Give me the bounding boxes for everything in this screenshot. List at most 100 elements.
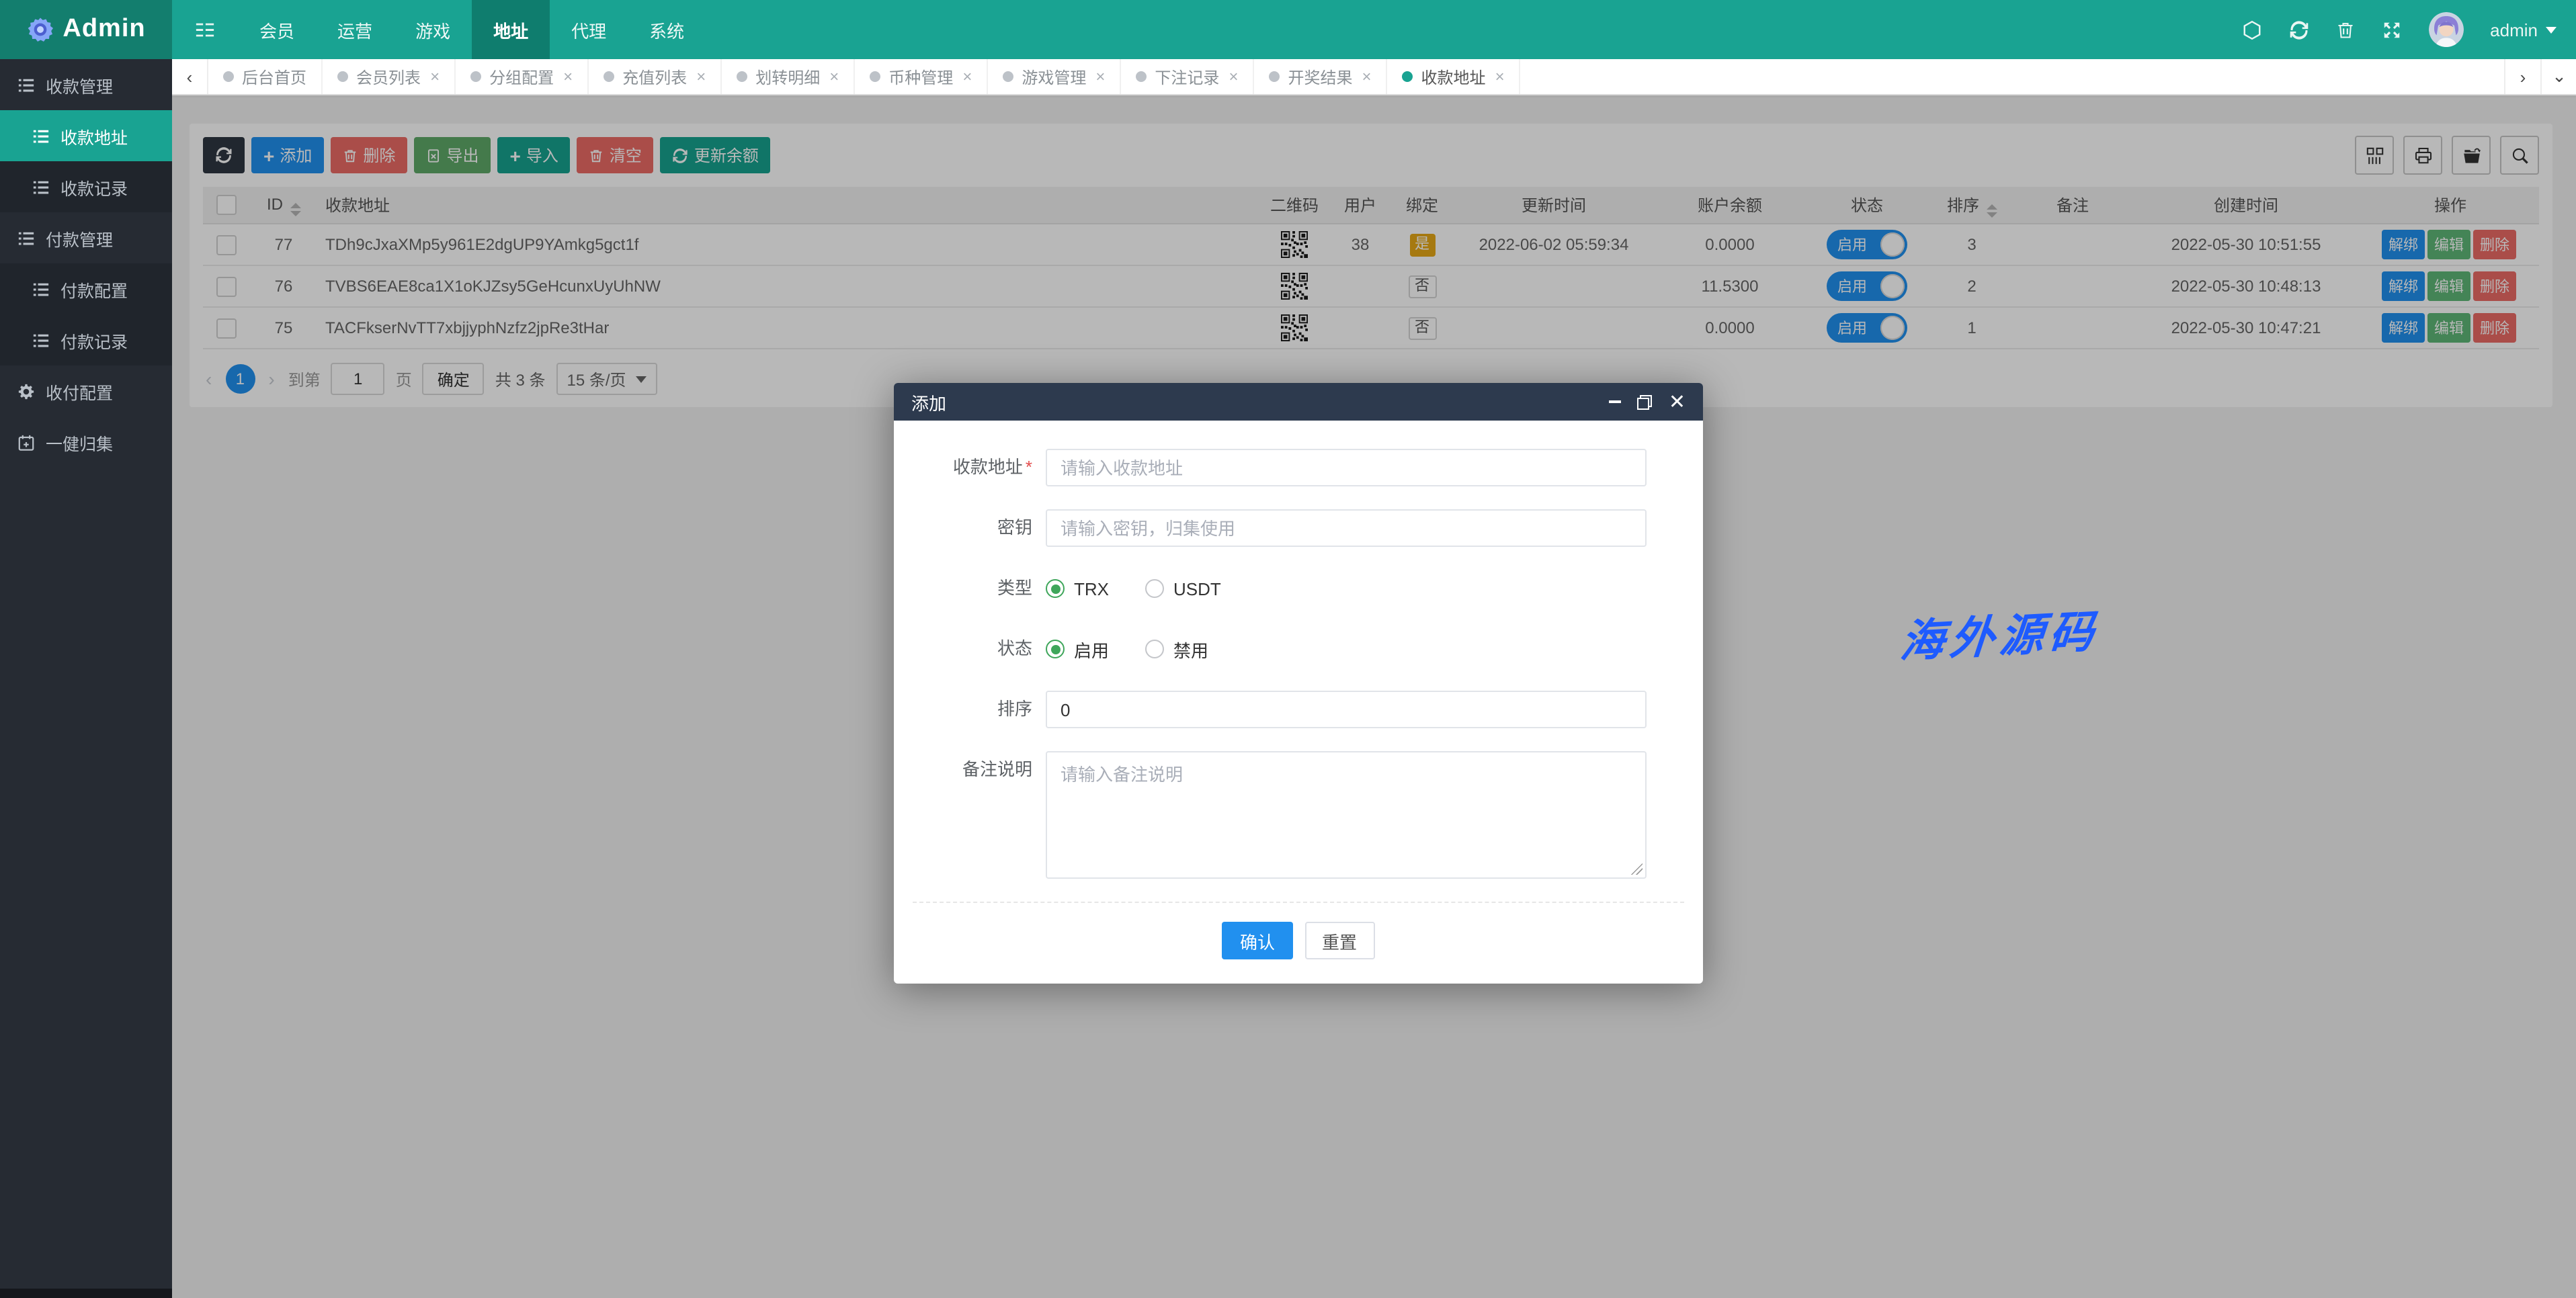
tab-dashboard[interactable]: 后台首页: [208, 59, 323, 94]
tab-dot-icon: [470, 71, 481, 82]
status-radio-group: 启用 禁用: [1046, 630, 1208, 668]
dialog-footer: 确认 重置: [894, 903, 1703, 959]
tab-currency-mgmt[interactable]: 币种管理×: [855, 59, 988, 94]
tabs-scroll-right-button[interactable]: ›: [2504, 59, 2540, 94]
menu-item-system[interactable]: 系统: [628, 0, 706, 59]
hexagon-icon[interactable]: [2241, 19, 2261, 40]
menu-item-member[interactable]: 会员: [238, 0, 316, 59]
radio-unselected-icon: [1145, 640, 1164, 658]
radio-selected-icon: [1046, 579, 1065, 598]
address-input[interactable]: [1046, 449, 1647, 486]
watermark-text: 海外源码: [1898, 595, 2102, 670]
radio-selected-icon: [1046, 640, 1065, 658]
sidebar-item-label: 收款地址: [60, 123, 128, 148]
navbar-actions: admin: [2241, 0, 2576, 59]
reset-button[interactable]: 重置: [1304, 922, 1374, 959]
tab-group-config[interactable]: 分组配置 ×: [456, 59, 589, 94]
radio-trx[interactable]: TRX: [1046, 578, 1109, 599]
menu-item-operation[interactable]: 运营: [316, 0, 394, 59]
radio-usdt[interactable]: USDT: [1145, 578, 1221, 599]
close-icon[interactable]: ×: [696, 67, 706, 86]
tab-label: 分组配置: [489, 65, 554, 88]
field-label-secret: 密钥: [894, 509, 1046, 547]
gear-icon: [17, 382, 35, 400]
menu-item-game[interactable]: 游戏: [394, 0, 472, 59]
tab-label: 下注记录: [1155, 65, 1219, 88]
secret-key-input[interactable]: [1046, 509, 1647, 547]
close-icon[interactable]: ×: [1362, 67, 1372, 86]
remark-textarea[interactable]: [1046, 751, 1647, 879]
radio-disable[interactable]: 禁用: [1145, 636, 1208, 662]
tabs-scroll-left-button[interactable]: ‹: [172, 59, 208, 94]
close-icon[interactable]: ×: [1495, 67, 1505, 86]
tab-label: 收款地址: [1421, 65, 1486, 88]
tab-label: 游戏管理: [1022, 65, 1086, 88]
dialog-title: 添加: [911, 389, 946, 415]
list-icon: [32, 331, 50, 349]
user-menu[interactable]: admin: [2490, 19, 2557, 40]
close-icon[interactable]: ×: [1095, 67, 1105, 86]
tab-member-list[interactable]: 会员列表 ×: [323, 59, 456, 94]
confirm-button[interactable]: 确认: [1222, 922, 1292, 959]
tab-game-mgmt[interactable]: 游戏管理 ×: [988, 59, 1121, 94]
dialog-body: 收款地址* 密钥 类型 TRX USDT: [894, 421, 1703, 902]
tab-dot-icon: [1136, 71, 1147, 82]
tab-dot-icon: [1269, 71, 1280, 82]
sidebar-item-payment-config[interactable]: 付款配置: [0, 263, 172, 314]
sidebar-item-label: 收款记录: [60, 174, 128, 200]
sidebar-item-label: 收付配置: [46, 378, 113, 404]
dialog-titlebar[interactable]: 添加 ✕: [894, 383, 1703, 421]
tab-transfer-detail[interactable]: 划转明细 ×: [722, 59, 855, 94]
tab-dot-icon: [223, 71, 234, 82]
sidebar-item-collection-records[interactable]: 收款记录: [0, 161, 172, 212]
tab-dot-icon: [737, 71, 747, 82]
sidebar-item-label: 付款配置: [60, 276, 128, 302]
sort-input[interactable]: [1046, 691, 1647, 728]
field-label-type: 类型: [894, 570, 1046, 607]
sidebar-item-payment-records[interactable]: 付款记录: [0, 314, 172, 365]
admin-app: Admin 会员 运营 游戏 地址 代理 系统: [0, 0, 2576, 1298]
tabs-dropdown-button[interactable]: ⌄: [2540, 59, 2576, 94]
tab-label: 会员列表: [356, 65, 421, 88]
menu-item-agent[interactable]: 代理: [550, 0, 628, 59]
trash-icon[interactable]: [2335, 19, 2354, 40]
sidebar-item-collection-address[interactable]: 收款地址: [0, 110, 172, 161]
close-icon[interactable]: ×: [1229, 67, 1238, 86]
refresh-icon[interactable]: [2288, 19, 2309, 40]
fullscreen-icon[interactable]: [2381, 19, 2401, 40]
close-icon[interactable]: ×: [563, 67, 573, 86]
tab-bet-records[interactable]: 下注记录 ×: [1121, 59, 1254, 94]
tab-bar: ‹ 后台首页 会员列表 × 分组配置 × 充值列表 × 划转明细 × 币种管理× 游戏管…: [172, 59, 2576, 95]
radio-enable[interactable]: 启用: [1046, 636, 1109, 662]
close-icon[interactable]: ×: [430, 67, 440, 86]
sidebar-item-payment-mgmt[interactable]: 付款管理: [0, 212, 172, 263]
menu-item-address[interactable]: 地址: [472, 0, 550, 59]
tab-label: 充值列表: [622, 65, 687, 88]
radio-unselected-icon: [1145, 579, 1164, 598]
sidebar-item-label: 付款记录: [60, 327, 128, 353]
sidebar-item-label: 一健归集: [46, 429, 113, 455]
tab-recharge-list[interactable]: 充值列表 ×: [589, 59, 722, 94]
maximize-icon[interactable]: [1638, 394, 1653, 409]
minimize-icon[interactable]: [1610, 400, 1622, 403]
sidebar-footer-strip: [0, 1289, 172, 1298]
close-icon[interactable]: ×: [962, 67, 972, 86]
user-avatar[interactable]: [2428, 12, 2463, 47]
sidebar-item-collection-mgmt[interactable]: 收款管理: [0, 59, 172, 110]
tab-label: 后台首页: [242, 65, 306, 88]
brand-logo[interactable]: Admin: [0, 0, 172, 59]
close-icon[interactable]: ✕: [1669, 392, 1686, 412]
tab-dot-icon: [337, 71, 348, 82]
tab-lottery-results[interactable]: 开奖结果×: [1254, 59, 1387, 94]
tab-label: 划转明细: [755, 65, 820, 88]
tabbar-spacer: [1521, 59, 2504, 94]
close-icon[interactable]: ×: [829, 67, 839, 86]
field-label-status: 状态: [894, 630, 1046, 668]
sidebar-item-payin-payout-config[interactable]: 收付配置: [0, 365, 172, 417]
gear-logo-icon: [26, 16, 53, 43]
tab-collection-address[interactable]: 收款地址 ×: [1388, 59, 1521, 94]
content-area: +添加 删除 导出 +导入 清空 更新余: [172, 95, 2576, 1298]
sidebar: 收款管理 收款地址 收款记录 付款管理 付款配置 付款记录: [0, 59, 172, 1298]
sidebar-item-one-key-collect[interactable]: 一健归集: [0, 417, 172, 468]
sidebar-collapse-button[interactable]: [172, 0, 238, 59]
